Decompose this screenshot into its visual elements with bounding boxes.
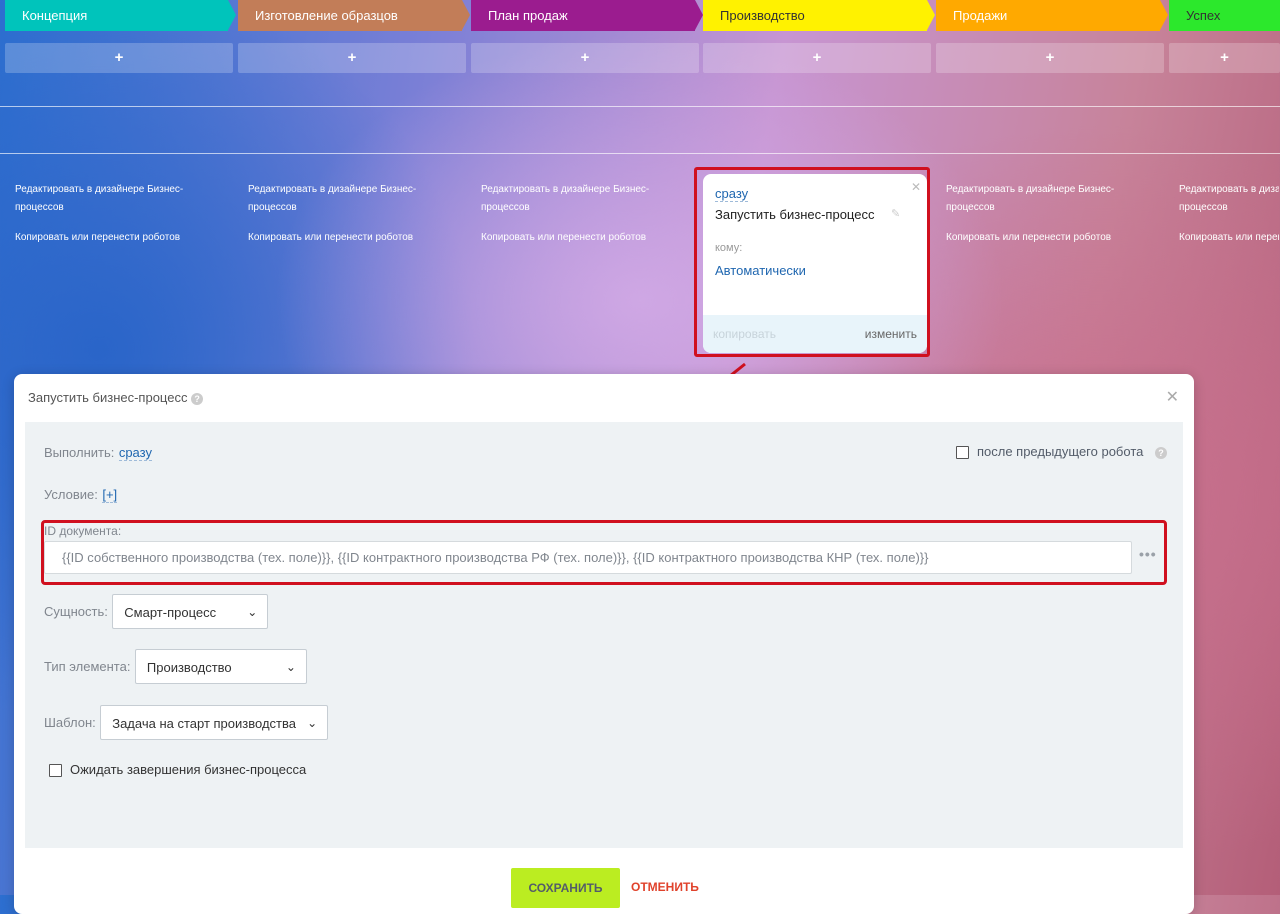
divider — [0, 153, 1280, 154]
stage-label: Производство — [720, 8, 805, 23]
stage-label: Продажи — [953, 8, 1008, 23]
type-label: Тип элемента: — [44, 659, 131, 674]
highlight-frame — [694, 167, 930, 357]
after-previous-label: после предыдущего робота — [976, 444, 1144, 459]
template-select[interactable]: Задача на старт производства ⌄ — [100, 705, 329, 740]
template-row: Шаблон: Задача на старт производства ⌄ — [44, 705, 329, 740]
stage-concept[interactable]: Концепция — [5, 0, 236, 31]
edit-in-designer-link[interactable]: Редактировать в дизайнере Бизнес-процесс… — [15, 181, 215, 217]
add-robot-button[interactable]: + — [1169, 43, 1280, 73]
exec-row: Выполнить: сразу — [44, 444, 152, 462]
stage-production[interactable]: Производство — [703, 0, 935, 31]
cancel-button[interactable]: ОТМЕНИТЬ — [631, 880, 699, 894]
add-robot-button[interactable]: + — [471, 43, 699, 73]
divider — [0, 106, 1280, 107]
type-row: Тип элемента: Производство ⌄ — [44, 649, 307, 684]
edit-in-designer-link[interactable]: Редактировать в дизайнере Бизнес-процесс… — [946, 181, 1146, 217]
stage-bar: Концепция Изготовление образцов План про… — [0, 0, 1280, 31]
save-button[interactable]: СОХРАНИТЬ — [511, 868, 620, 908]
copy-robots-link[interactable]: Копировать или перенести роботов — [248, 229, 448, 247]
entity-select-value: Смарт-процесс — [124, 605, 217, 620]
dialog-title-text: Запустить бизнес-процесс — [28, 390, 188, 405]
add-condition-link[interactable]: [+] — [102, 487, 118, 503]
column-links: Редактировать в дизайнере Бизнес-процесс… — [481, 181, 681, 247]
stage-samples[interactable]: Изготовление образцов — [238, 0, 470, 31]
highlight-frame — [41, 520, 1167, 585]
help-icon[interactable]: ? — [191, 392, 204, 405]
copy-robots-link[interactable]: Копировать или перенести роботов — [946, 229, 1146, 247]
copy-robots-link[interactable]: Копировать или перенести роботов — [1179, 229, 1279, 247]
add-robot-button[interactable]: + — [936, 43, 1164, 73]
type-select[interactable]: Производство ⌄ — [134, 649, 307, 684]
after-previous-row: после предыдущего робота ? — [955, 444, 1167, 460]
template-select-value: Задача на старт производства — [112, 716, 296, 731]
copy-robots-link[interactable]: Копировать или перенести роботов — [15, 229, 215, 247]
add-robot-button[interactable]: + — [703, 43, 931, 73]
add-robot-button[interactable]: + — [5, 43, 233, 73]
column-links: Редактировать в дизайнере Бизнес-процесс… — [946, 181, 1146, 247]
stage-success[interactable]: Успех — [1169, 0, 1280, 31]
dialog-body: Выполнить: сразу после предыдущего робот… — [25, 422, 1183, 848]
wait-label: Ожидать завершения бизнес-процесса — [70, 762, 307, 777]
chevron-down-icon: ⌄ — [247, 605, 258, 619]
stage-sales-plan[interactable]: План продаж — [471, 0, 703, 31]
column-links: Редактировать в дизайнере Бизнес-процесс… — [1179, 181, 1279, 247]
entity-label: Сущность: — [44, 604, 108, 619]
after-previous-checkbox[interactable] — [955, 446, 969, 460]
help-icon[interactable]: ? — [1155, 446, 1167, 459]
stage-label: Успех — [1186, 8, 1221, 23]
chevron-down-icon: ⌄ — [307, 716, 318, 730]
edit-in-designer-link[interactable]: Редактировать в дизайнере Бизнес-процесс… — [481, 181, 681, 217]
exec-label: Выполнить: — [44, 445, 115, 460]
column-links: Редактировать в дизайнере Бизнес-процесс… — [248, 181, 448, 247]
column-links: Редактировать в дизайнере Бизнес-процесс… — [15, 181, 215, 247]
stage-label: План продаж — [488, 8, 568, 23]
wait-row: Ожидать завершения бизнес-процесса — [49, 762, 307, 778]
type-select-value: Производство — [146, 660, 232, 675]
add-robot-button[interactable]: + — [238, 43, 466, 73]
edit-in-designer-link[interactable]: Редактировать в дизайнере Бизнес-процесс… — [1179, 181, 1279, 217]
robot-settings-dialog: Запустить бизнес-процесс ? ✕ Выполнить: … — [14, 374, 1194, 914]
dialog-title: Запустить бизнес-процесс ? — [28, 390, 204, 405]
exec-value-link[interactable]: сразу — [118, 445, 152, 461]
entity-row: Сущность: Смарт-процесс ⌄ — [44, 594, 269, 629]
condition-label: Условие: — [44, 487, 98, 502]
stage-sales[interactable]: Продажи — [936, 0, 1168, 31]
template-label: Шаблон: — [44, 715, 96, 730]
condition-row: Условие: [+] — [44, 486, 118, 504]
wait-checkbox[interactable] — [49, 764, 62, 778]
edit-in-designer-link[interactable]: Редактировать в дизайнере Бизнес-процесс… — [248, 181, 448, 217]
stage-label: Изготовление образцов — [255, 8, 398, 23]
stage-label: Концепция — [22, 8, 88, 23]
chevron-down-icon: ⌄ — [285, 660, 296, 674]
entity-select[interactable]: Смарт-процесс ⌄ — [112, 594, 269, 629]
close-icon[interactable]: ✕ — [1166, 387, 1179, 407]
copy-robots-link[interactable]: Копировать или перенести роботов — [481, 229, 681, 247]
